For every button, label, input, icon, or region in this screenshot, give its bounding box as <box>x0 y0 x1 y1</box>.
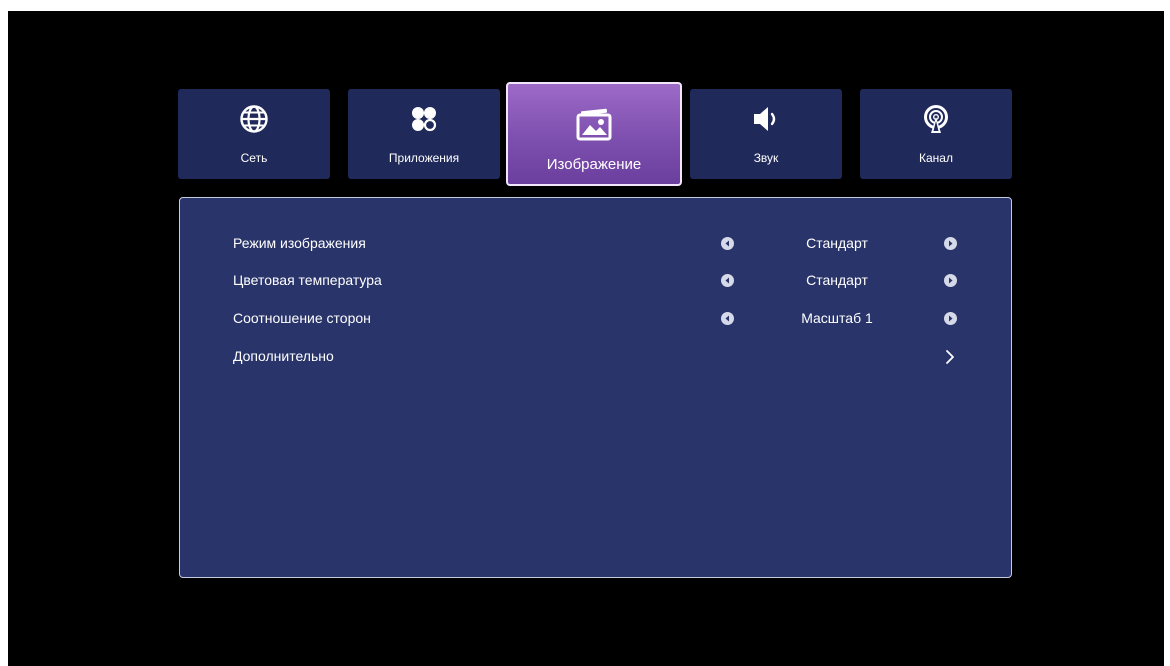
setting-label: Соотношение сторон <box>233 310 371 326</box>
tab-label: Звук <box>753 151 779 165</box>
setting-value: Масштаб 1 <box>801 310 873 326</box>
setting-label: Цветовая температура <box>233 272 382 288</box>
tab-network[interactable]: Сеть <box>178 89 330 179</box>
setting-label: Дополнительно <box>233 348 334 364</box>
tab-sound[interactable]: Звук <box>690 89 842 179</box>
setting-aspect-ratio[interactable]: Соотношение сторон Масштаб 1 <box>180 308 1011 330</box>
arrow-right-icon[interactable] <box>944 274 957 287</box>
arrow-left-icon[interactable] <box>721 237 734 250</box>
tab-picture[interactable]: Изображение <box>506 82 682 186</box>
globe-icon <box>238 103 270 135</box>
picture-settings-panel: Режим изображения Стандарт Цветовая темп… <box>179 197 1012 578</box>
setting-value: Стандарт <box>806 235 868 251</box>
picture-icon <box>574 104 614 144</box>
tab-apps[interactable]: Приложения <box>348 89 500 179</box>
tab-label: Изображение <box>546 156 642 173</box>
setting-advanced[interactable]: Дополнительно <box>180 346 1011 368</box>
tv-screen: Сеть Приложения Изображение Звук Канал Р… <box>8 11 1164 666</box>
tab-label: Сеть <box>240 151 268 165</box>
arrow-left-icon[interactable] <box>721 312 734 325</box>
tab-channel[interactable]: Канал <box>860 89 1012 179</box>
setting-picture-mode[interactable]: Режим изображения Стандарт <box>180 233 1011 255</box>
setting-color-temperature[interactable]: Цветовая температура Стандарт <box>180 270 1011 292</box>
arrow-right-icon[interactable] <box>944 237 957 250</box>
apps-icon <box>408 103 440 135</box>
arrow-left-icon[interactable] <box>721 274 734 287</box>
tab-label: Канал <box>919 151 953 165</box>
setting-label: Режим изображения <box>233 235 366 251</box>
arrow-right-icon[interactable] <box>944 312 957 325</box>
tab-label: Приложения <box>388 151 460 165</box>
chevron-right-icon <box>944 349 956 365</box>
setting-value: Стандарт <box>806 272 868 288</box>
antenna-icon <box>920 103 952 135</box>
speaker-icon <box>750 103 782 135</box>
